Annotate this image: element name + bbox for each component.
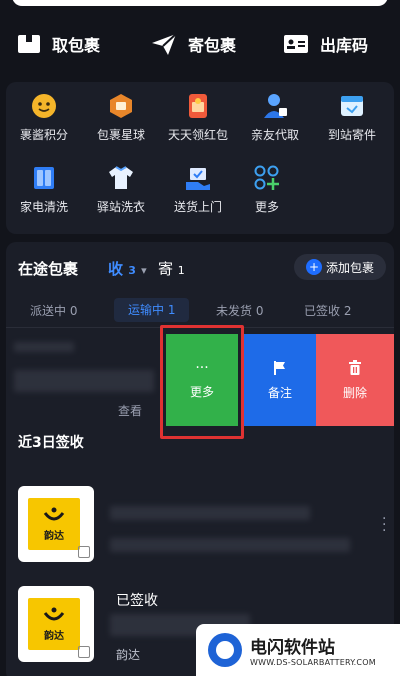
sub-tab-label: 未发货 (216, 304, 253, 318)
add-package-label: 添加包裹 (325, 260, 374, 275)
search-bar[interactable] (12, 0, 388, 6)
add-package-button[interactable]: + 添加包裹 (294, 254, 386, 280)
watermark-name: 电闪软件站 (250, 638, 335, 658)
in-transit-title: 在途包裹 (18, 260, 79, 278)
tab-send-label: 寄 (158, 260, 174, 278)
service-points[interactable]: 裹酱积分 (6, 92, 82, 143)
package-status: 已签收 (116, 593, 158, 609)
sub-tab-in-transit[interactable]: 运输中 1 (114, 298, 190, 322)
sub-tab-count: 2 (343, 304, 352, 318)
sub-tab-count: 0 (69, 304, 78, 318)
site-watermark: 电闪软件站 WWW.DS-SOLARBATTERY.COM (196, 624, 400, 676)
service-home-delivery[interactable]: 送货上门 (160, 164, 236, 215)
sub-tab-label: 运输中 (128, 303, 165, 317)
watermark-url: WWW.DS-SOLARBATTERY.COM (250, 658, 376, 667)
service-label: 更多 (254, 200, 279, 214)
service-label: 天天领红包 (167, 128, 228, 142)
package-carrier: 韵达 (116, 648, 141, 662)
edit-icon[interactable] (78, 546, 90, 558)
service-label: 包裹星球 (96, 128, 145, 142)
service-appliance-clean[interactable]: 家电清洗 (6, 164, 82, 215)
pickup-package-button[interactable]: 取包裹 (16, 22, 100, 66)
logo-text: 韵达 (44, 530, 64, 542)
edit-icon[interactable] (78, 646, 90, 658)
site-logo-icon (208, 633, 242, 667)
sub-tab-signed[interactable]: 已签收 2 (304, 302, 351, 319)
service-red-packet[interactable]: 天天领红包 (160, 92, 236, 143)
tab-receive-count: 3 (128, 264, 136, 277)
sub-tab-not-shipped[interactable]: 未发货 0 (216, 302, 263, 319)
service-label: 送货上门 (173, 200, 222, 214)
station-send-icon (341, 96, 363, 116)
shirt-laundry-icon (109, 166, 133, 189)
blurred-text (110, 506, 310, 520)
send-package-label: 寄包裹 (188, 36, 237, 55)
service-label: 裹酱积分 (19, 128, 68, 142)
red-packet-icon (189, 94, 207, 118)
trash-icon (349, 359, 361, 375)
tab-send[interactable]: 寄 1 (158, 258, 185, 279)
more-vertical-icon[interactable]: · · · (382, 512, 386, 538)
service-label: 家电清洗 (19, 200, 68, 214)
sub-tab-count: 0 (255, 304, 264, 318)
status-sub-tabs: 派送中 0 运输中 1 未发货 0 已签收 2 (6, 294, 394, 328)
service-laundry[interactable]: 驿站洗衣 (83, 164, 159, 215)
service-planet[interactable]: 包裹星球 (83, 92, 159, 143)
package-box-icon (18, 35, 40, 53)
view-link[interactable]: 查看 (118, 402, 142, 419)
tab-send-count: 1 (177, 264, 185, 277)
flag-icon (274, 360, 285, 375)
service-label: 到站寄件 (327, 128, 376, 142)
service-proxy-pickup[interactable]: 亲友代取 (237, 92, 313, 143)
outbound-code-label: 出库码 (320, 36, 369, 55)
tab-receive[interactable]: 收 3 ▾ (108, 258, 147, 279)
sub-tab-delivering[interactable]: 派送中 0 (30, 302, 77, 319)
delete-action-button[interactable]: 删除 (316, 334, 394, 426)
service-more[interactable]: 更多 (237, 164, 297, 215)
recent-signed-title: 近3日签收 (18, 435, 84, 451)
planet-package-icon (110, 94, 132, 118)
pickup-package-label: 取包裹 (52, 36, 101, 55)
highlight-box (160, 325, 244, 439)
home-delivery-icon (186, 168, 210, 190)
package-card: 在途包裹 收 3 ▾ 寄 1 + 添加包裹 派送中 0 运输中 1 未发货 0 … (6, 242, 394, 676)
main-actions: 取包裹 寄包裹 出库码 (0, 22, 400, 66)
yunda-mark-icon (43, 507, 65, 520)
sub-tab-label: 已签收 (304, 304, 341, 318)
yunda-logo-icon: 韵达 (28, 598, 80, 650)
note-action-label: 备注 (267, 385, 292, 400)
list-item[interactable]: 韵达 · · · (18, 486, 388, 574)
yunda-mark-icon (43, 607, 65, 620)
blurred-text (14, 370, 154, 392)
carrier-logo: 韵达 (18, 486, 94, 562)
tab-receive-label: 收 (108, 260, 124, 278)
carrier-logo: 韵达 (18, 586, 94, 662)
sub-tab-count: 1 (167, 303, 176, 317)
note-action-button[interactable]: 备注 (244, 334, 316, 426)
services-panel: 裹酱积分 包裹星球 天天领红包 亲友代取 到站寄件 家电清洗 驿站洗衣 送货上门… (6, 82, 394, 234)
sub-tab-label: 派送中 (30, 304, 67, 318)
logo-text: 韵达 (44, 630, 64, 642)
delete-action-label: 删除 (342, 385, 367, 400)
plus-icon: + (305, 259, 322, 275)
blurred-text (14, 342, 74, 352)
more-grid-plus-icon (254, 165, 279, 190)
yunda-logo-icon: 韵达 (28, 498, 80, 550)
appliance-clean-icon (34, 167, 54, 189)
paper-plane-icon (152, 33, 177, 55)
id-card-icon (284, 35, 308, 53)
person-proxy-icon (264, 94, 287, 118)
service-label: 亲友代取 (250, 128, 299, 142)
service-station-send[interactable]: 到站寄件 (314, 92, 390, 143)
chevron-down-icon[interactable]: ▾ (141, 264, 147, 277)
outbound-code-button[interactable]: 出库码 (282, 22, 368, 66)
blurred-text (110, 538, 350, 552)
service-label: 驿站洗衣 (96, 200, 145, 214)
send-package-button[interactable]: 寄包裹 (150, 22, 236, 66)
mascot-points-icon (32, 94, 56, 118)
